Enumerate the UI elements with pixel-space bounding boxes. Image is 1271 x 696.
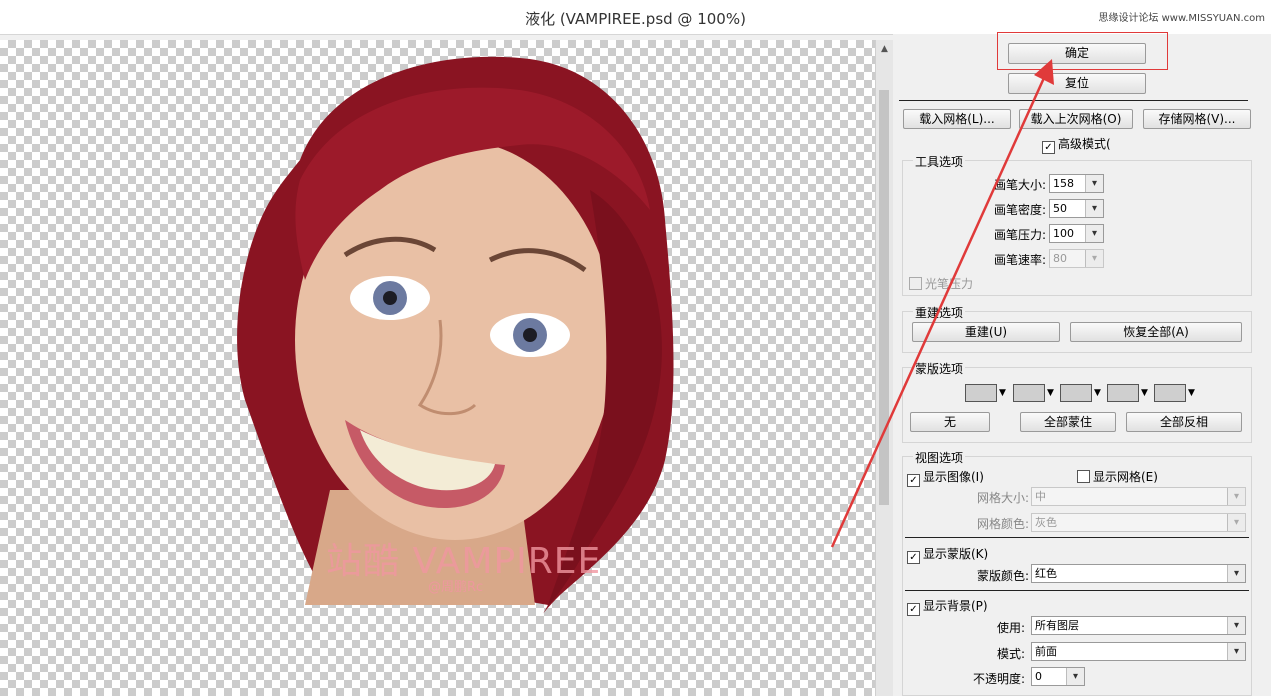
dropdown-arrow-icon[interactable]: ▾ (1227, 643, 1245, 660)
mask-color-combo[interactable]: 红色 ▾ (1031, 564, 1246, 583)
dropdown-arrow-icon[interactable]: ▾ (1066, 668, 1084, 685)
show-mesh-checkbox[interactable]: 显示网格(E) (1077, 468, 1158, 485)
invert-all-button[interactable]: 全部反相 (1126, 412, 1242, 432)
checkmark-icon: ✓ (907, 603, 920, 616)
scroll-up-icon[interactable]: ▲ (876, 42, 893, 56)
advanced-mode-label: 高级模式( (1058, 137, 1111, 151)
dropdown-arrow-icon[interactable]: ▾ (1227, 617, 1245, 634)
opacity-label: 不透明度: (972, 672, 1025, 686)
right-pupil (523, 328, 537, 342)
dropdown-arrow-icon[interactable]: ▼ (1188, 388, 1195, 398)
mask-swatch (1107, 384, 1139, 402)
mask-subtract-icon[interactable]: ▼ (1060, 384, 1108, 402)
dropdown-arrow-icon[interactable]: ▾ (1085, 225, 1103, 242)
show-backdrop-checkbox[interactable]: ✓ 显示背景(P) (907, 597, 988, 616)
mode-combo[interactable]: 前面 ▾ (1031, 642, 1246, 661)
checkbox-box (1077, 470, 1090, 483)
preview-canvas[interactable]: 站酷 VAMPIREE @周鹏Rc (0, 40, 875, 696)
title-bar: 液化 (VAMPIREE.psd @ 100%) 思缘设计论坛 www.MISS… (0, 0, 1271, 35)
canvas-watermark-sub: @周鹏Rc (428, 580, 484, 595)
show-backdrop-label: 显示背景(P) (923, 599, 988, 613)
divider (905, 590, 1249, 591)
annotation-arrow-head (1034, 59, 1054, 85)
mesh-color-combo: 灰色 ▾ (1031, 513, 1246, 532)
watermark-text: 思缘设计论坛 www.MISSYUAN.com (1098, 13, 1265, 24)
use-combo[interactable]: 所有图层 ▾ (1031, 616, 1246, 635)
dropdown-arrow-icon: ▾ (1085, 250, 1103, 267)
mask-color-value: 红色 (1035, 567, 1057, 580)
left-pupil (383, 291, 397, 305)
save-mesh-button[interactable]: 存储网格(V)... (1143, 109, 1251, 129)
use-value: 所有图层 (1035, 619, 1079, 632)
window-title: 液化 (VAMPIREE.psd @ 100%) (525, 10, 746, 28)
use-label: 使用: (996, 621, 1025, 635)
dropdown-arrow-icon[interactable]: ▾ (1227, 565, 1245, 582)
mode-value: 前面 (1035, 645, 1057, 658)
restore-all-button[interactable]: 恢复全部(A) (1070, 322, 1242, 342)
dropdown-arrow-icon: ▾ (1227, 514, 1245, 531)
mode-label: 模式: (996, 647, 1025, 661)
opacity-combo[interactable]: 0 ▾ (1031, 667, 1085, 686)
show-mesh-label: 显示网格(E) (1093, 470, 1158, 484)
dropdown-arrow-icon[interactable]: ▾ (1085, 175, 1103, 192)
annotation-arrow (830, 59, 1054, 548)
mask-color-label: 蒙版颜色: (976, 569, 1029, 583)
opacity-value: 0 (1035, 670, 1042, 683)
dropdown-arrow-icon: ▾ (1227, 488, 1245, 505)
mask-invert-icon[interactable]: ▼ (1154, 384, 1202, 402)
annotation-arrow-line (830, 68, 1050, 548)
dropdown-arrow-icon[interactable]: ▾ (1085, 200, 1103, 217)
dropdown-arrow-icon[interactable]: ▼ (1094, 388, 1101, 398)
portrait-illustration (237, 56, 674, 614)
mask-intersect-icon[interactable]: ▼ (1107, 384, 1155, 402)
mask-swatch (1154, 384, 1186, 402)
dropdown-arrow-icon[interactable]: ▼ (1141, 388, 1148, 398)
mesh-size-combo: 中 ▾ (1031, 487, 1246, 506)
mask-swatch (1060, 384, 1092, 402)
